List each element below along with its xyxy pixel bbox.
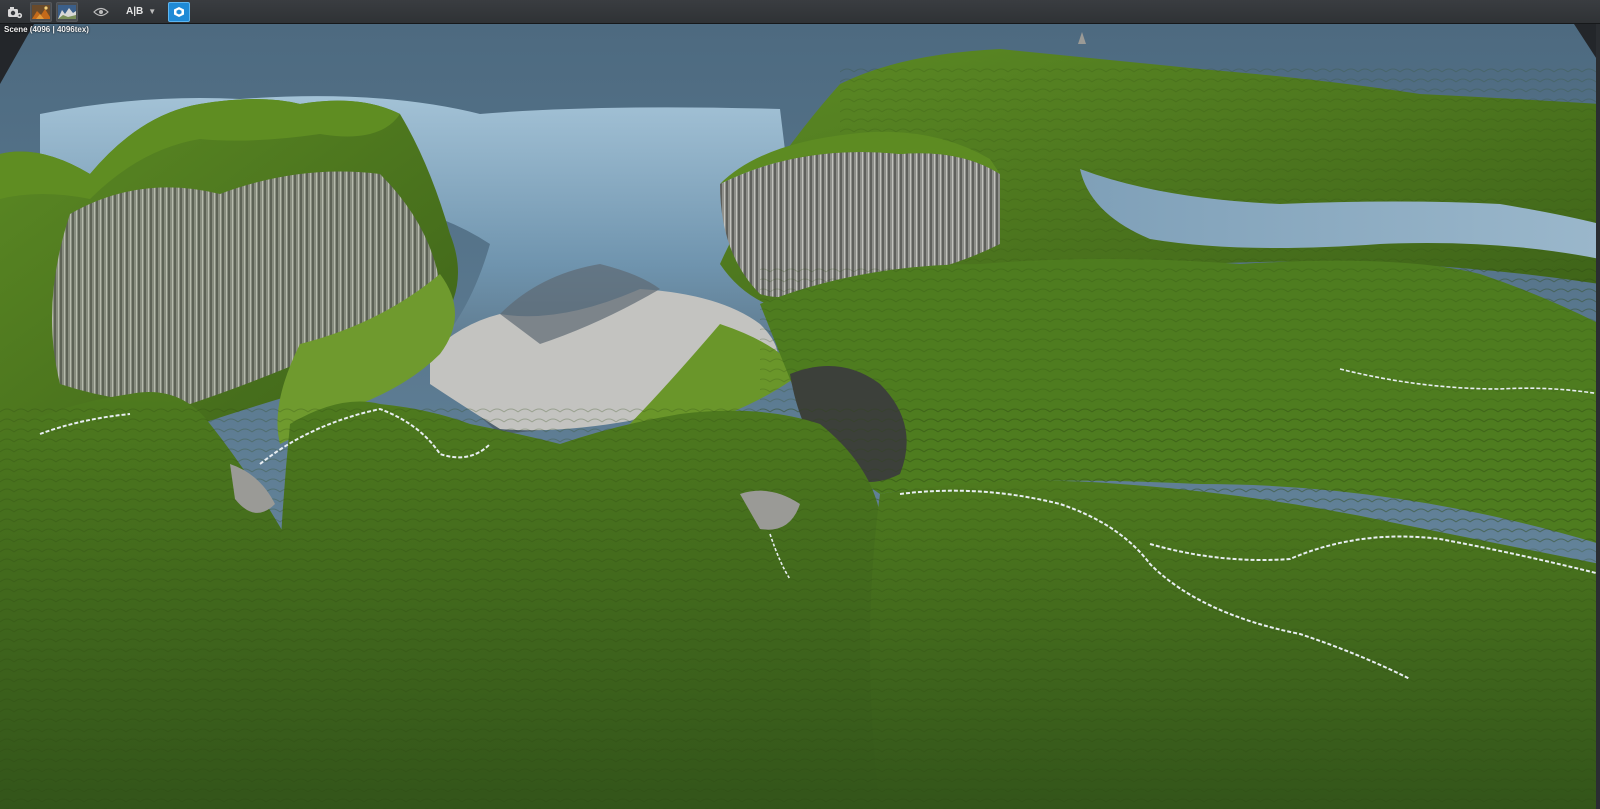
camera-gear-icon [8,6,23,18]
view-mode-button[interactable] [168,1,191,22]
terrain-preview-button[interactable] [56,1,78,22]
app-window: A|B ▼ Scene (4096 | 4096tex) [0,0,1600,809]
cube-view-icon [174,6,185,17]
terrain-render [0,24,1600,809]
render-thumbnail-icon [32,4,50,19]
visibility-button[interactable] [90,2,112,22]
eye-icon [93,7,109,16]
ab-compare-dropdown[interactable]: A|B ▼ [124,2,158,22]
ab-compare-label: A|B [126,6,144,17]
chevron-down-icon: ▼ [148,7,157,16]
terrain-thumbnail-icon [58,4,76,19]
scene-resolution-label: Scene (4096 | 4096tex) [4,25,89,34]
scene-viewport[interactable] [0,24,1600,809]
camera-settings-button[interactable] [4,2,26,22]
viewport-frame-right [1596,24,1600,809]
render-preview-button[interactable] [30,1,52,22]
viewport-toolbar: A|B ▼ [0,0,1600,24]
